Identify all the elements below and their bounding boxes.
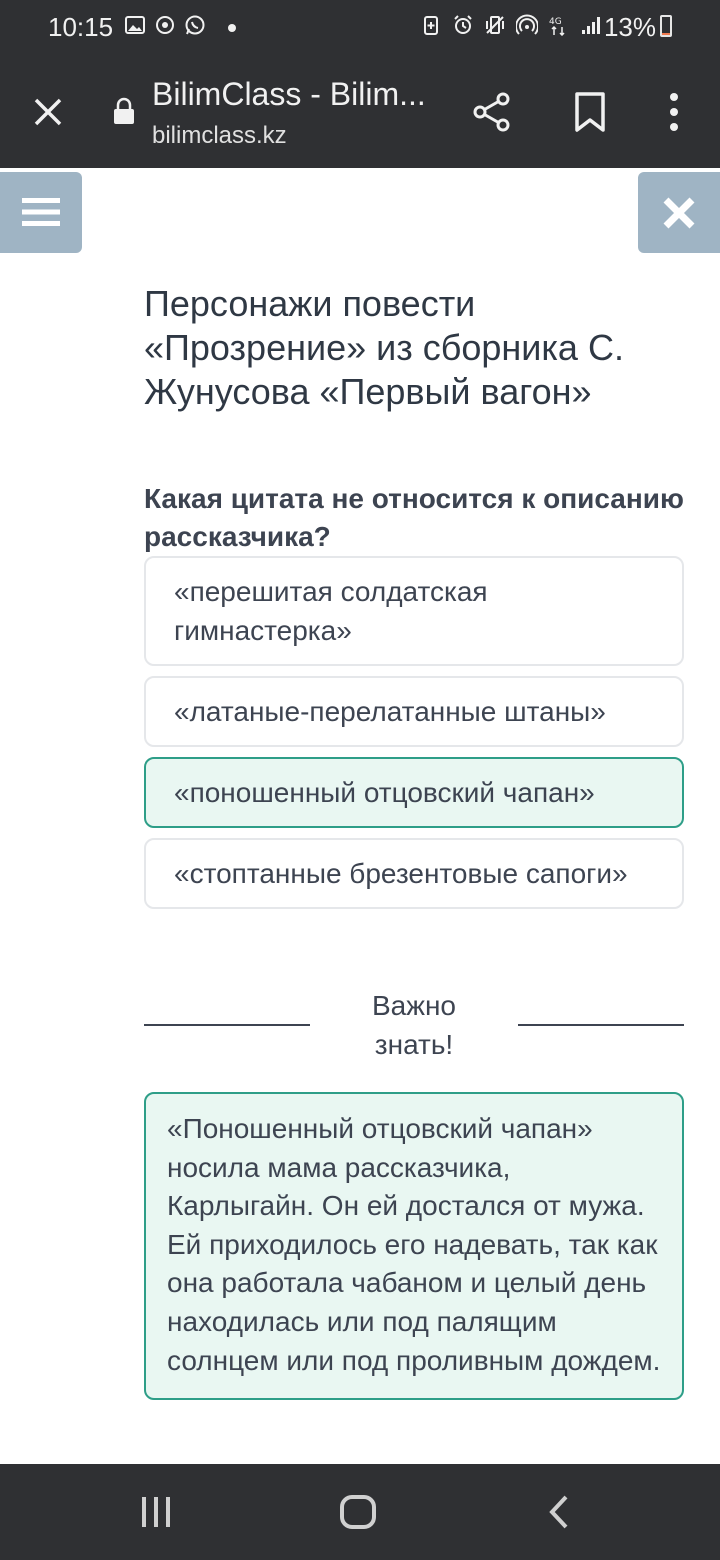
battery-icon xyxy=(660,15,672,37)
divider-line-left xyxy=(144,1024,310,1026)
answer-list: «перешитая солдатская гимнастерка» «лата… xyxy=(144,556,684,919)
share-icon[interactable] xyxy=(470,90,514,134)
status-right-icons: 4G xyxy=(420,14,602,36)
bookmark-icon[interactable] xyxy=(570,90,610,134)
lock-icon[interactable] xyxy=(112,96,136,126)
close-tab-icon[interactable] xyxy=(28,92,68,132)
alarm-icon xyxy=(454,15,472,34)
system-nav-bar xyxy=(0,1464,720,1560)
status-time: 10:15 xyxy=(48,12,114,42)
status-bar: 10:15 4G 13% xyxy=(0,0,720,56)
signal-icon xyxy=(582,17,600,34)
quiz-question: Какая цитата не относится к описанию рас… xyxy=(144,483,684,552)
gallery-icon xyxy=(125,16,145,34)
page-url[interactable]: bilimclass.kz xyxy=(152,122,287,150)
info-heading: Важно знать! xyxy=(371,990,456,1060)
sync-icon xyxy=(156,16,174,34)
hotspot-icon xyxy=(516,14,538,35)
battery-saver-icon xyxy=(424,16,438,35)
more-menu-icon[interactable] xyxy=(662,90,686,134)
back-icon[interactable] xyxy=(544,1494,576,1530)
answer-option-1[interactable]: «перешитая солдатская гимнастерка» xyxy=(144,556,684,666)
answer-option-3[interactable]: «поношенный отцовский чапан» xyxy=(144,757,684,828)
info-note: «Поношенный отцовский чапан» носила мама… xyxy=(144,1092,684,1401)
browser-toolbar: BilimClass - Bilim... bilimclass.kz xyxy=(0,56,720,168)
recents-icon[interactable] xyxy=(138,1494,174,1530)
battery-fill xyxy=(662,32,670,35)
whatsapp-icon xyxy=(185,15,205,35)
battery-percent: 13% xyxy=(603,12,656,42)
page-title[interactable]: BilimClass - Bilim... xyxy=(152,76,426,113)
hamburger-menu-button[interactable] xyxy=(0,172,82,253)
hamburger-icon xyxy=(22,198,60,226)
lesson-title: Персонажи повести «Прозрение» из сборник… xyxy=(144,283,624,412)
notification-dot xyxy=(228,24,236,32)
status-left-icons xyxy=(124,14,236,36)
svg-text:4G: 4G xyxy=(549,17,562,27)
answer-option-4[interactable]: «стоптанные брезентовые сапоги» xyxy=(144,838,684,909)
close-icon xyxy=(663,197,695,229)
home-icon[interactable] xyxy=(338,1492,378,1532)
4g-icon: 4G xyxy=(549,17,565,36)
vibrate-icon xyxy=(486,16,504,34)
divider-line-right xyxy=(518,1024,684,1026)
info-divider: Важно знать! xyxy=(144,986,684,1066)
close-lesson-button[interactable] xyxy=(638,172,720,253)
answer-option-2[interactable]: «латаные-перелатанные штаны» xyxy=(144,676,684,747)
